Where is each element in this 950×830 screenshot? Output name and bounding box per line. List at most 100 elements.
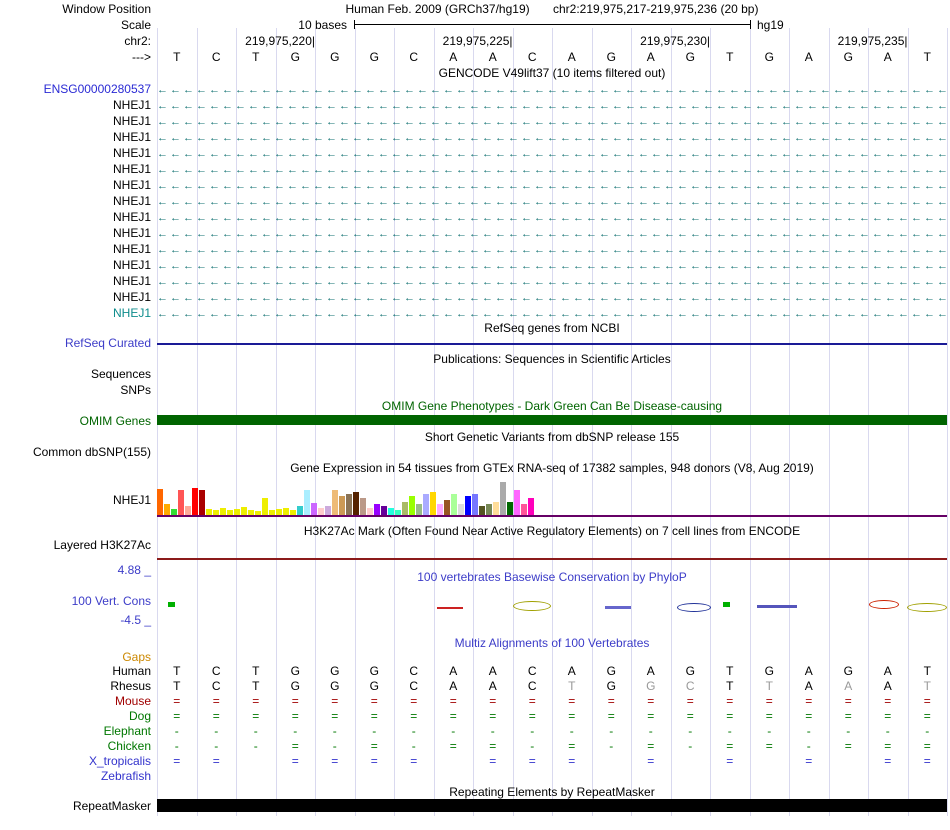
gene-transcript-row[interactable]: ←←←←←←←←←←←←←←←←←←←←←←←←←←←←←←←←←←←←←←←←… xyxy=(157,178,947,194)
species-label[interactable]: X_tropicalis xyxy=(0,754,151,768)
gene-row-label[interactable]: NHEJ1 xyxy=(0,194,151,208)
species-label[interactable]: Rhesus xyxy=(0,679,151,693)
gene-transcript-row[interactable]: ←←←←←←←←←←←←←←←←←←←←←←←←←←←←←←←←←←←←←←←←… xyxy=(157,290,947,306)
gtex-bar[interactable] xyxy=(178,490,184,516)
gtex-bar[interactable] xyxy=(451,494,457,516)
gtex-bar[interactable] xyxy=(339,496,345,516)
gene-row-label[interactable]: NHEJ1 xyxy=(0,114,151,128)
multiz-title[interactable]: Multiz Alignments of 100 Vertebrates xyxy=(157,636,947,650)
gene-row-label[interactable]: NHEJ1 xyxy=(0,130,151,144)
base-letter: C xyxy=(409,50,419,64)
gene-row-label[interactable]: NHEJ1 xyxy=(0,210,151,224)
gene-transcript-row[interactable]: ←←←←←←←←←←←←←←←←←←←←←←←←←←←←←←←←←←←←←←←←… xyxy=(157,82,947,98)
gtex-bar[interactable] xyxy=(346,494,352,516)
species-label[interactable]: Elephant xyxy=(0,724,151,738)
alignment-cell: C xyxy=(527,679,537,693)
gtex-bar[interactable] xyxy=(500,482,506,516)
gtex-bar[interactable] xyxy=(472,494,478,516)
cons-label[interactable]: 100 Vert. Cons xyxy=(0,594,151,608)
gtex-bar[interactable] xyxy=(360,498,366,516)
gene-row-label[interactable]: NHEJ1 xyxy=(0,98,151,112)
species-label[interactable]: Zebrafish xyxy=(0,769,151,783)
gtex-bar[interactable] xyxy=(402,502,408,516)
repeatmasker-label[interactable]: RepeatMasker xyxy=(0,799,151,813)
gene-transcript-row[interactable]: ←←←←←←←←←←←←←←←←←←←←←←←←←←←←←←←←←←←←←←←←… xyxy=(157,242,947,258)
gtex-bar[interactable] xyxy=(514,490,520,516)
gene-transcript-row[interactable]: ←←←←←←←←←←←←←←←←←←←←←←←←←←←←←←←←←←←←←←←←… xyxy=(157,226,947,242)
gtex-bar[interactable] xyxy=(430,492,436,516)
dbsnp-title[interactable]: Short Genetic Variants from dbSNP releas… xyxy=(157,430,947,444)
alignment-cell: - xyxy=(569,724,574,738)
gtex-bar[interactable] xyxy=(444,500,450,516)
gtex-bar[interactable] xyxy=(507,502,513,516)
gene-transcript-row[interactable]: ←←←←←←←←←←←←←←←←←←←←←←←←←←←←←←←←←←←←←←←←… xyxy=(157,210,947,226)
species-label[interactable]: Dog xyxy=(0,709,151,723)
omim-label[interactable]: OMIM Genes xyxy=(0,414,151,428)
h3k27ac-label[interactable]: Layered H3K27Ac xyxy=(0,538,151,552)
gene-row-label[interactable]: NHEJ1 xyxy=(0,146,151,160)
refseq-title[interactable]: RefSeq genes from NCBI xyxy=(157,321,947,335)
repeatmasker-track-bar[interactable] xyxy=(157,799,947,812)
phylop-signal[interactable] xyxy=(157,588,947,622)
gtex-bar[interactable] xyxy=(493,502,499,516)
gene-row-label[interactable]: NHEJ1 xyxy=(0,258,151,272)
base-letter: C xyxy=(211,50,221,64)
gtex-bar[interactable] xyxy=(199,490,205,516)
gtex-bar[interactable] xyxy=(332,490,338,516)
gene-row-label[interactable]: NHEJ1 xyxy=(0,306,151,320)
omim-title[interactable]: OMIM Gene Phenotypes - Dark Green Can Be… xyxy=(157,399,947,413)
gene-row-label[interactable]: NHEJ1 xyxy=(0,226,151,240)
gene-row-label[interactable]: NHEJ1 xyxy=(0,290,151,304)
gtex-label[interactable]: NHEJ1 xyxy=(0,493,151,507)
gaps-label: Gaps xyxy=(122,650,151,664)
gtex-bar[interactable] xyxy=(353,492,359,516)
gtex-bar[interactable] xyxy=(304,490,310,516)
gtex-bar[interactable] xyxy=(423,494,429,516)
phylop-title[interactable]: 100 vertebrates Basewise Conservation by… xyxy=(157,570,947,584)
gene-transcript-row[interactable]: ←←←←←←←←←←←←←←←←←←←←←←←←←←←←←←←←←←←←←←←←… xyxy=(157,162,947,178)
sequences-label[interactable]: Sequences xyxy=(0,367,151,381)
gtex-bar[interactable] xyxy=(528,498,534,516)
gtex-title[interactable]: Gene Expression in 54 tissues from GTEx … xyxy=(157,461,947,475)
gene-row-label[interactable]: NHEJ1 xyxy=(0,178,151,192)
gtex-bar[interactable] xyxy=(192,488,198,516)
gtex-baseline[interactable] xyxy=(157,515,947,517)
gene-row-label[interactable]: NHEJ1 xyxy=(0,274,151,288)
gene-row-label[interactable]: ENSG00000280537 xyxy=(0,82,151,96)
gtex-bar[interactable] xyxy=(409,496,415,516)
gene-transcript-row[interactable]: ←←←←←←←←←←←←←←←←←←←←←←←←←←←←←←←←←←←←←←←←… xyxy=(157,146,947,162)
gtex-bar[interactable] xyxy=(157,489,163,516)
gene-row-label[interactable]: NHEJ1 xyxy=(0,242,151,256)
alignment-cell xyxy=(552,769,592,784)
coordinate-tick: 219,975,220| xyxy=(245,34,315,48)
gene-row-label[interactable]: NHEJ1 xyxy=(0,162,151,176)
snps-label[interactable]: SNPs xyxy=(0,383,151,397)
gene-transcript-row[interactable]: ←←←←←←←←←←←←←←←←←←←←←←←←←←←←←←←←←←←←←←←←… xyxy=(157,114,947,130)
dbsnp-label[interactable]: Common dbSNP(155) xyxy=(0,445,151,459)
h3k27ac-title[interactable]: H3K27Ac Mark (Often Found Near Active Re… xyxy=(157,524,947,538)
gene-transcript-row[interactable]: ←←←←←←←←←←←←←←←←←←←←←←←←←←←←←←←←←←←←←←←←… xyxy=(157,194,947,210)
h3k27ac-signal-line[interactable] xyxy=(157,558,947,560)
gene-transcript-row[interactable]: ←←←←←←←←←←←←←←←←←←←←←←←←←←←←←←←←←←←←←←←←… xyxy=(157,274,947,290)
coordinate-tick: 219,975,230| xyxy=(640,34,710,48)
species-label[interactable]: Human xyxy=(0,664,151,678)
gene-transcript-row[interactable]: ←←←←←←←←←←←←←←←←←←←←←←←←←←←←←←←←←←←←←←←←… xyxy=(157,130,947,146)
repeatmasker-title[interactable]: Repeating Elements by RepeatMasker xyxy=(157,785,947,799)
gtex-bar[interactable] xyxy=(465,496,471,516)
gene-transcript-row[interactable]: ←←←←←←←←←←←←←←←←←←←←←←←←←←←←←←←←←←←←←←←←… xyxy=(157,258,947,274)
publications-title[interactable]: Publications: Sequences in Scientific Ar… xyxy=(157,352,947,366)
refseq-label[interactable]: RefSeq Curated xyxy=(0,336,151,350)
gene-transcript-row[interactable]: ←←←←←←←←←←←←←←←←←←←←←←←←←←←←←←←←←←←←←←←←… xyxy=(157,98,947,114)
species-label[interactable]: Mouse xyxy=(0,694,151,708)
species-label[interactable]: Chicken xyxy=(0,739,151,753)
refseq-track-line[interactable] xyxy=(157,343,947,345)
omim-track-bar[interactable] xyxy=(157,415,947,425)
alignment-cell: = xyxy=(884,739,892,753)
gene-transcript-row[interactable]: ←←←←←←←←←←←←←←←←←←←←←←←←←←←←←←←←←←←←←←←←… xyxy=(157,306,947,322)
gencode-title[interactable]: GENCODE V49lift37 (10 items filtered out… xyxy=(157,66,947,80)
alignment-cell: G xyxy=(290,664,300,678)
alignment-cell: = xyxy=(568,739,576,753)
base-letter: T xyxy=(252,50,260,64)
alignment-cell: = xyxy=(568,694,576,708)
gtex-bar[interactable] xyxy=(262,498,268,516)
